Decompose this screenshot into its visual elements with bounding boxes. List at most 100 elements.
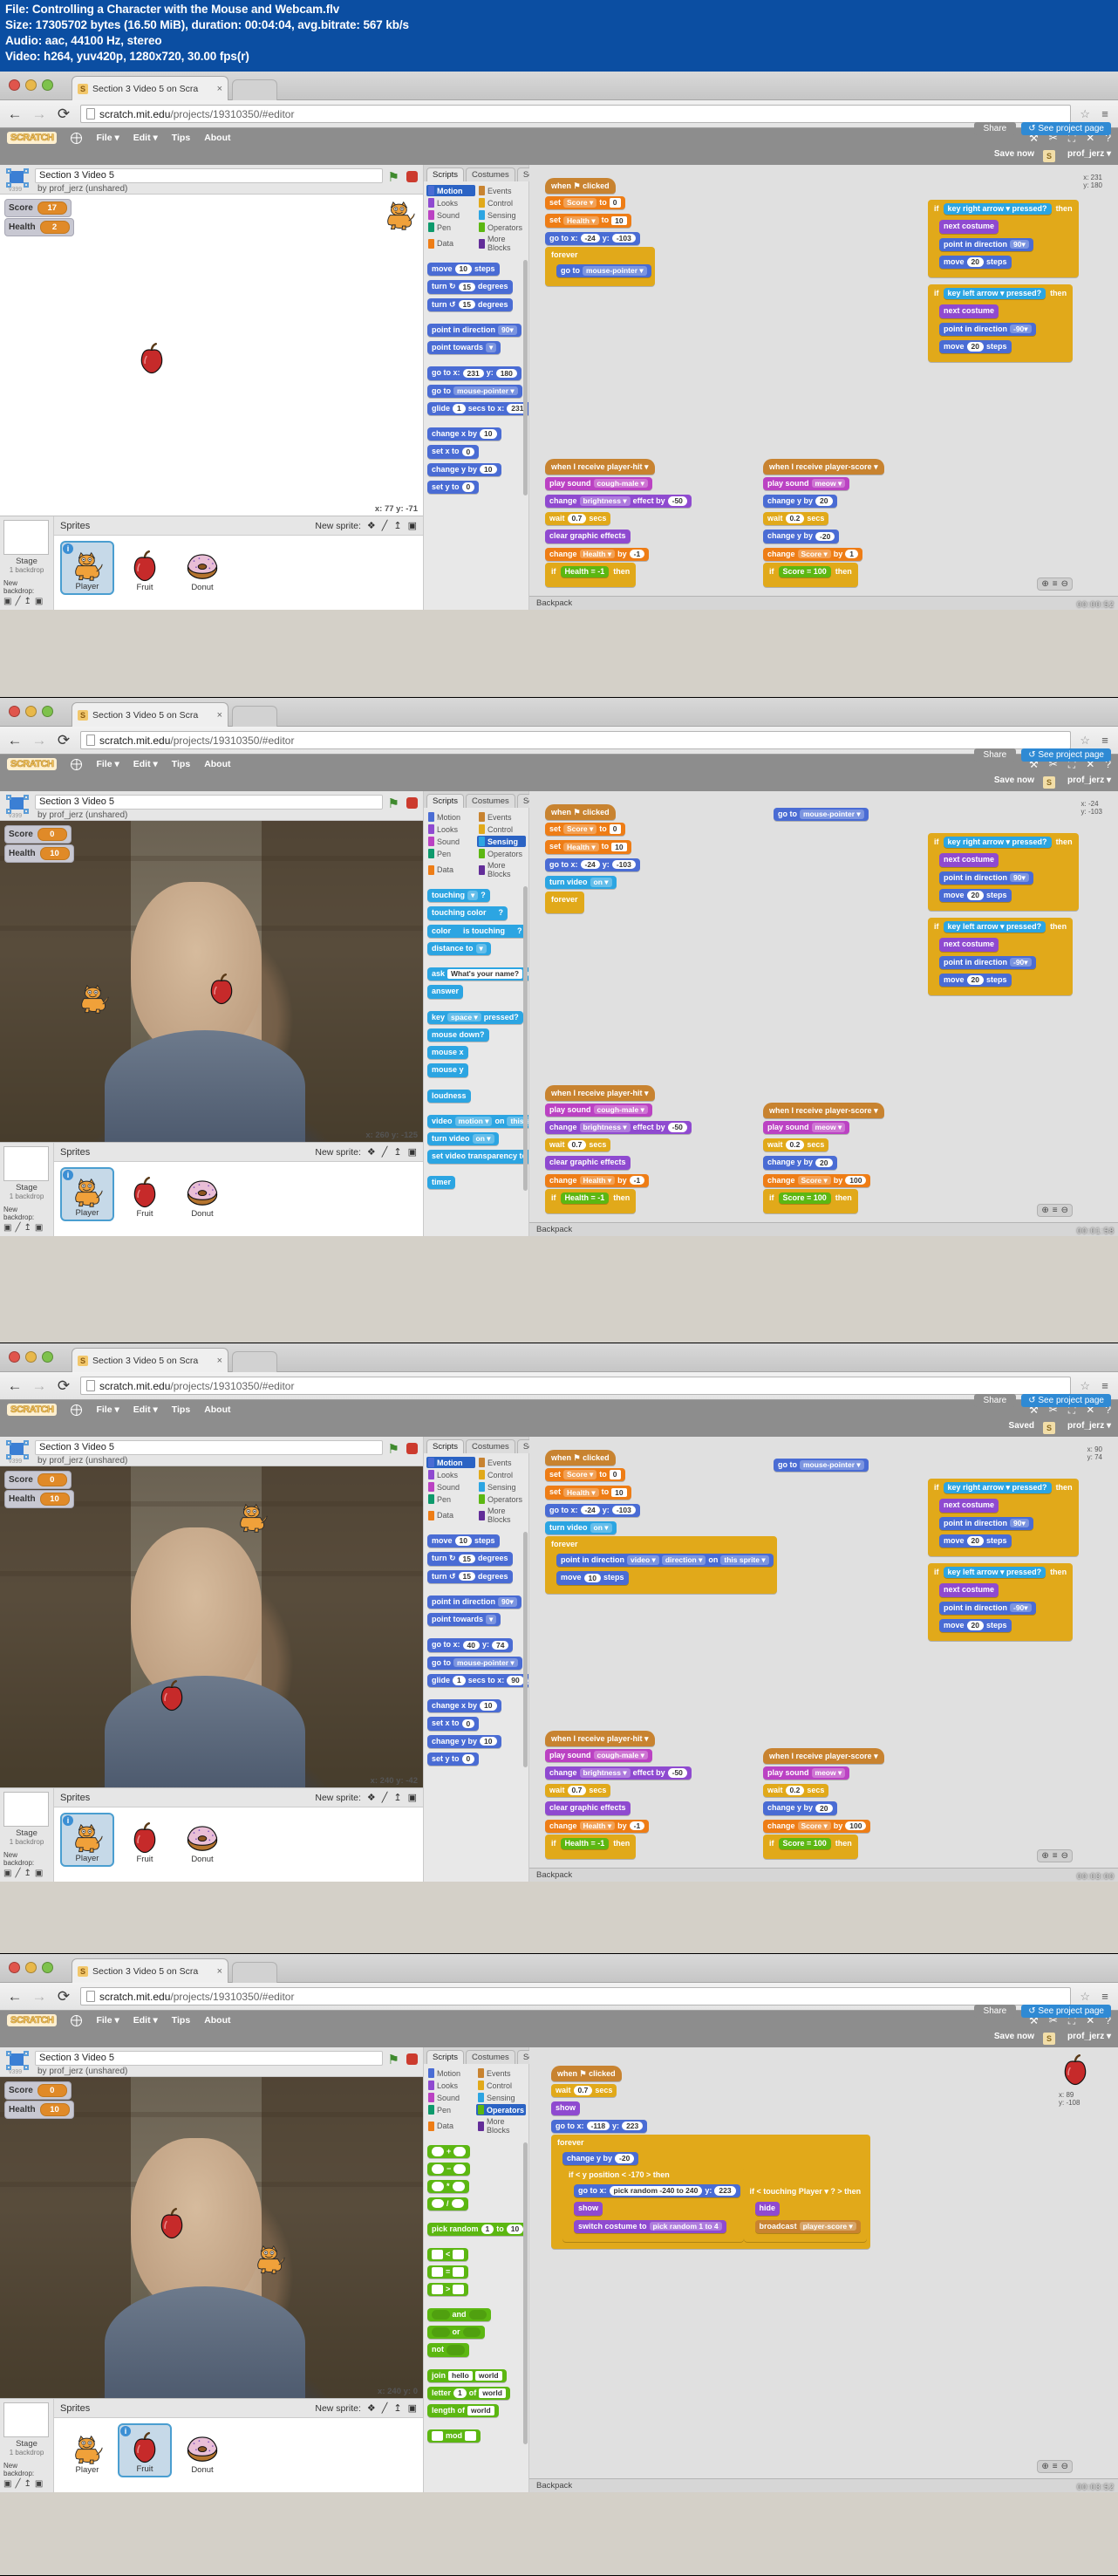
script-stack-main[interactable]: when ⚑ clicked set Score ▾ to 0 set Health ▾ to… [545,803,640,913]
scratch-block[interactable]: point in direction -90▾ [939,955,1036,969]
c-block[interactable]: if Health = -1 then [545,562,637,587]
scratch-block[interactable]: move 10 steps [427,1534,500,1548]
new-tab-button[interactable] [232,1962,277,1983]
zoom-in-icon[interactable]: ⊕ [1041,1206,1048,1215]
stage-size-icon[interactable]: v399 [5,1440,30,1465]
c-block[interactable]: if < y position < -170 > then go to x: pic… [562,2167,744,2242]
palette-category-looks[interactable]: Looks [426,197,475,208]
block-round-slot[interactable] [453,2147,467,2156]
scratch-block[interactable]: turn ↻ 15 degrees [427,1552,513,1566]
block-dropdown[interactable]: mouse-pointer ▾ [583,266,647,276]
block-dropdown[interactable]: direction ▾ [661,1555,706,1565]
scratch-block[interactable]: askWhat's your name?and wait [427,967,528,981]
sprite-thumb-fruit[interactable]: Fruit [118,1813,172,1867]
block-dropdown[interactable]: Health ▾ [563,1487,599,1498]
script-stack-key-1[interactable]: if key left arrow ▾ pressed? then next co… [928,918,1111,995]
variable-watcher-score[interactable]: Score 0 [4,825,72,844]
browser-menu-icon[interactable]: ≡ [1099,734,1111,747]
block-dropdown[interactable]: ▾ [467,891,479,900]
block-dropdown[interactable]: meow ▾ [811,1768,846,1778]
sprite-camera-icon[interactable]: ▣ [408,1792,417,1803]
menu-item-file[interactable]: File ▾ [96,2015,119,2026]
browser-tab[interactable]: S Section 3 Video 5 on Scra × [72,76,228,100]
script-stack-key-1[interactable]: if key left arrow ▾ pressed? then next co… [928,1563,1111,1641]
block-dropdown[interactable]: ▾ [486,343,497,352]
user-avatar[interactable]: S [1043,1422,1055,1434]
block-input[interactable]: 20 [815,1803,833,1814]
block-round-slot[interactable] [432,2163,444,2174]
scratch-block[interactable]: go to mouse-pointer ▾ [774,1459,869,1472]
block-input[interactable]: 20 [966,1621,984,1630]
block-dropdown[interactable]: brightness ▾ [579,1768,631,1778]
palette-category-sound[interactable]: Sound [426,836,475,847]
palette-category-data[interactable]: Data [426,2116,474,2135]
block-square-slot[interactable] [453,2284,465,2294]
see-project-page-button[interactable]: ↺ See project page [1021,1394,1111,1407]
sprite-thumb-fruit[interactable]: i Fruit [118,2423,172,2477]
scratch-block[interactable]: mouse x [427,1046,468,1060]
block-dropdown[interactable]: player-score ▾ [799,2221,856,2231]
backdrop-paint-icon[interactable]: ╱ [15,1223,20,1233]
variable-watcher-health[interactable]: Health 10 [4,2101,74,2119]
palette-category-motion[interactable]: Motion [426,185,475,196]
share-button[interactable]: Share [973,2005,1017,2018]
share-buttons[interactable]: Share ↺ See project page [973,748,1111,762]
scratch-block[interactable]: < [427,2247,469,2261]
new-backdrop-icons[interactable]: ▣ ╱ ↥ ▣ [3,2479,50,2489]
script-stacks-keys[interactable]: if key right arrow ▾ pressed? then next c… [928,200,1111,369]
palette-category-events[interactable]: Events [477,811,526,823]
block-input[interactable]: 10 [583,1573,601,1583]
scratch-block[interactable]: wait 0.2 secs [763,1138,829,1152]
menu-item-tips[interactable]: Tips [172,1404,190,1415]
block-text-input[interactable]: 10 [611,1487,627,1498]
variable-watcher-health[interactable]: Health 10 [4,844,74,863]
block-boolean-slot[interactable] [432,2309,450,2320]
scratch-block[interactable]: move 20 steps [939,339,1012,353]
block-input[interactable]: 15 [458,282,476,292]
close-tab-icon[interactable]: × [217,1966,222,1977]
zoom-in-icon[interactable]: ⊕ [1041,1851,1048,1861]
zoom-out-icon[interactable]: ⊖ [1061,1851,1068,1861]
stage-size-icon[interactable]: v399 [5,795,30,819]
sprite-thumb-donut[interactable]: Donut [175,541,229,595]
scratch-block[interactable]: show [551,2101,581,2115]
backpack-bar[interactable]: Backpack [529,1222,1118,1236]
scratch-block[interactable]: > [427,2282,469,2296]
scratch-block[interactable]: next costume [939,853,999,867]
stage-sprite-fruit[interactable] [135,343,168,379]
scratch-block[interactable]: go to x: -118 y: 223 [551,2119,648,2133]
sprite-library-icon[interactable]: ❖ [367,2402,376,2414]
scratch-block[interactable]: go to x: 231 y: 180 [427,366,522,380]
block-square-slot[interactable] [453,2250,465,2259]
scratch-block[interactable]: change y by 20 [763,1801,837,1815]
sprite-thumb-donut[interactable]: Donut [175,1813,229,1867]
block-dropdown[interactable]: mouse-pointer ▾ [800,810,864,819]
c-block[interactable]: forever [545,892,584,913]
sprite-upload-icon[interactable]: ↥ [393,1792,401,1803]
scratch-block[interactable]: set Health ▾ to 10 [545,840,631,854]
block-input[interactable]: 100 [845,1821,867,1831]
maximize-window-button[interactable] [42,1351,53,1363]
block-square-slot[interactable] [432,2284,443,2294]
scratch-block[interactable]: clear graphic effects [545,1801,631,1815]
reload-button[interactable]: ⟳ [56,1378,72,1393]
palette-category-data[interactable]: Data [426,1506,475,1525]
c-block[interactable]: if key right arrow ▾ pressed? then next c… [928,1479,1079,1556]
green-flag-button[interactable]: ⚑ [388,1441,399,1457]
block-input[interactable]: -50 [667,1123,687,1132]
see-project-page-button[interactable]: ↺ See project page [1021,122,1111,135]
stage[interactable]: Score 17 Health 2 x: 77 y: -71 [0,195,423,516]
sprite-library-icon[interactable]: ❖ [367,520,376,531]
block-round-slot[interactable] [432,2198,444,2209]
sprite-library-icon[interactable]: ❖ [367,1792,376,1803]
user-avatar[interactable]: S [1043,776,1055,789]
forward-button[interactable]: → [31,1378,47,1393]
palette-scrollbar[interactable] [523,1532,528,1767]
c-block[interactable]: if Score = 100 then [763,562,858,587]
scratch-block[interactable]: change brightness ▾ effect by -50 [545,1766,692,1780]
palette-category-sensing[interactable]: Sensing [476,2092,526,2103]
block-input[interactable]: -50 [667,1768,687,1778]
scratch-block[interactable]: turn video on ▾ [545,875,617,889]
sprite-info-icon[interactable]: i [63,1170,73,1180]
maximize-window-button[interactable] [42,1962,53,1973]
